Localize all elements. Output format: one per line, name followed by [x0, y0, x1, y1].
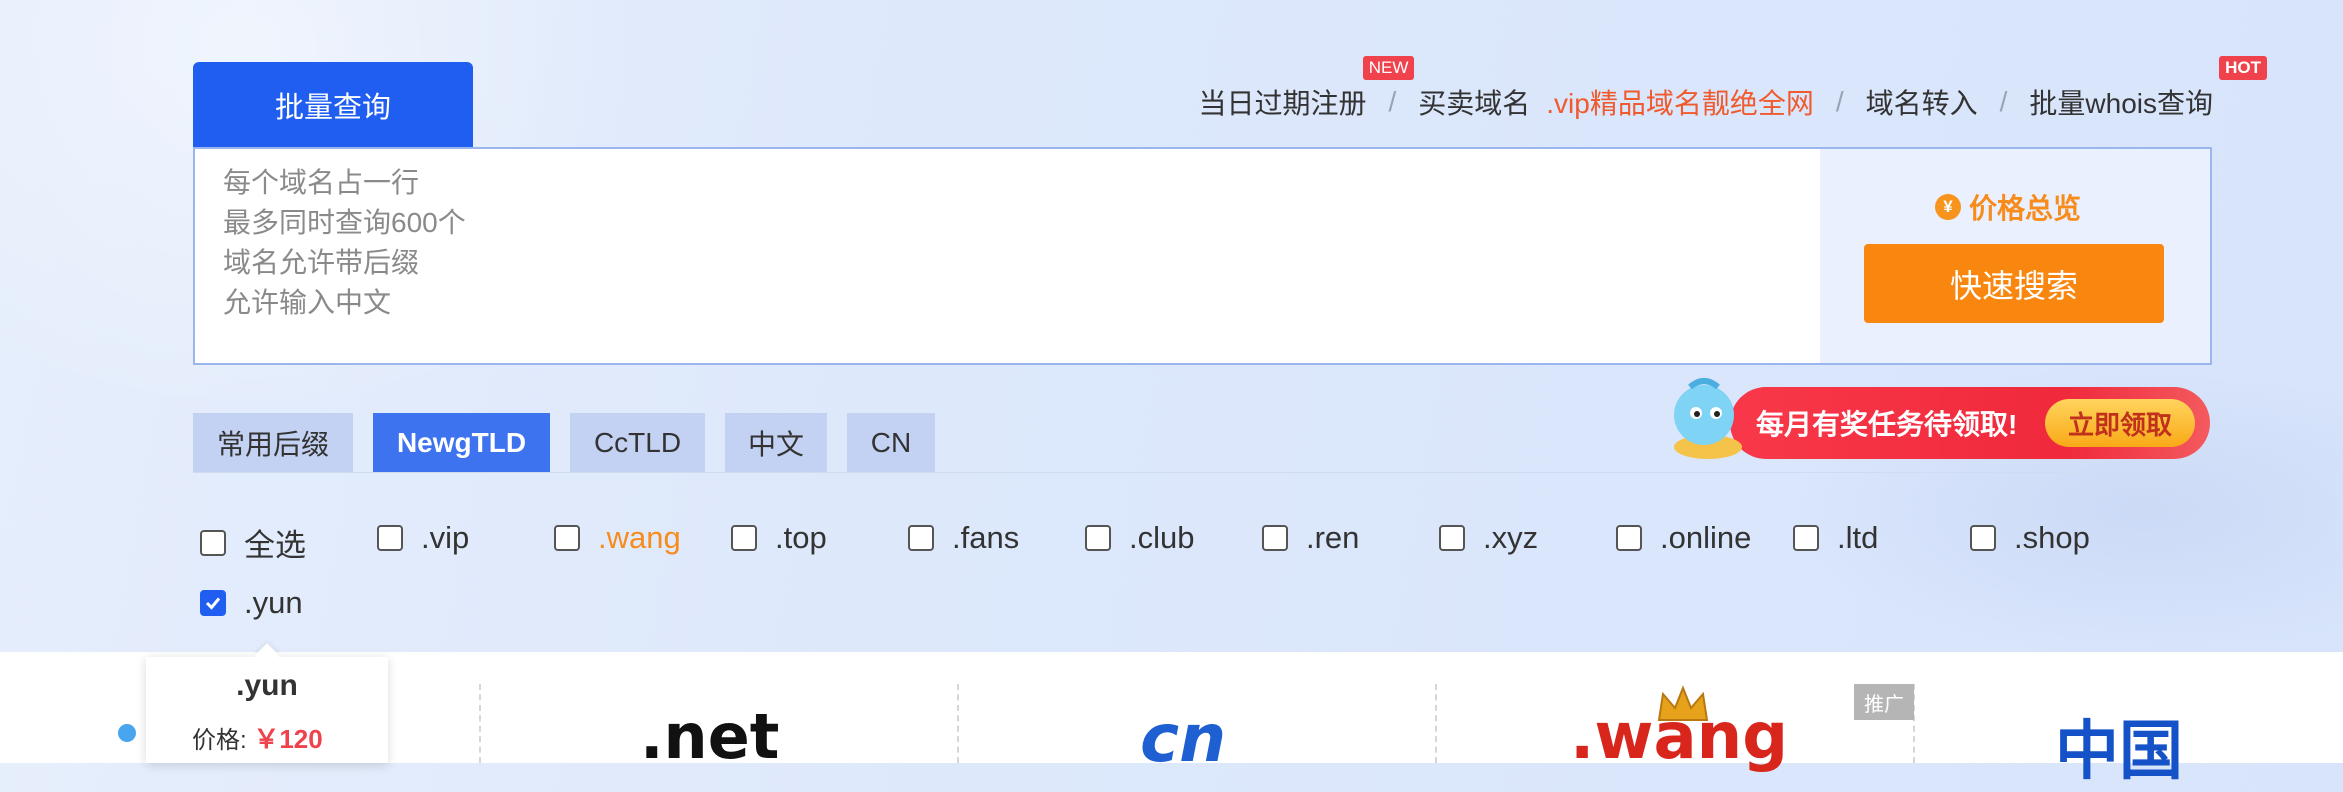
checkbox-select-all[interactable]: 全选 — [200, 520, 306, 565]
tabs-divider — [193, 472, 2212, 473]
buy-sell-domain-link[interactable]: 买卖域名 — [1418, 82, 1530, 122]
tab-chinese[interactable]: 中文 — [725, 413, 827, 472]
mascot-icon — [1674, 378, 1742, 459]
checkbox[interactable] — [1793, 525, 1819, 551]
checkbox[interactable] — [554, 525, 580, 551]
card-divider — [479, 684, 481, 763]
checkbox-label: .xyz — [1483, 520, 1539, 555]
top-links: 当日过期注册 NEW / 买卖域名 .vip精品域名靓绝全网 / 域名转入 / … — [1198, 56, 2267, 122]
checkbox[interactable] — [1262, 525, 1288, 551]
tab-cctld[interactable]: CcTLD — [570, 413, 705, 472]
batch-whois-link[interactable]: 批量whois查询 HOT — [2029, 56, 2267, 122]
expiring-register-label: 当日过期注册 — [1198, 88, 1367, 119]
reward-banner[interactable]: 每月有奖任务待领取! 立即领取 — [1660, 375, 2213, 465]
domain-transfer-link[interactable]: 域名转入 — [1866, 82, 1978, 122]
checkbox-wang[interactable]: .wang — [554, 520, 681, 556]
checkbox-fans[interactable]: .fans — [908, 520, 1019, 556]
cn-logo[interactable]: cn — [1140, 700, 1226, 777]
domain-search-box: 每个域名占一行 最多同时查询600个 域名允许带后缀 允许输入中文 ¥ 价格总览… — [193, 147, 2212, 365]
ad-tag: 推广 — [1854, 684, 1914, 720]
checkmark-icon — [205, 597, 221, 610]
domain-search-input[interactable] — [195, 149, 1823, 363]
checkbox-vip[interactable]: .vip — [377, 520, 469, 556]
checkbox[interactable] — [908, 525, 934, 551]
card-divider — [1435, 684, 1437, 763]
checkbox[interactable] — [1970, 525, 1996, 551]
separator: / — [1835, 86, 1844, 117]
checkbox[interactable] — [731, 525, 757, 551]
checkbox[interactable] — [377, 525, 403, 551]
reward-text: 每月有奖任务待领取! — [1756, 409, 2018, 440]
suffix-category-tabs: 常用后缀 NewgTLD CcTLD 中文 CN — [193, 413, 955, 472]
checkbox-top[interactable]: .top — [731, 520, 827, 556]
checkbox-label: .ltd — [1837, 520, 1879, 555]
quick-search-button[interactable]: 快速搜索 — [1864, 244, 2164, 323]
checkbox-xyz[interactable]: .xyz — [1439, 520, 1538, 556]
batch-whois-label: 批量whois查询 — [2029, 88, 2213, 119]
checkbox[interactable] — [200, 590, 226, 616]
checkbox-shop[interactable]: .shop — [1970, 520, 2090, 556]
separator: / — [1388, 86, 1397, 117]
checkbox-label: .top — [775, 520, 827, 555]
price-overview-label: 价格总览 — [1969, 193, 2082, 224]
tooltip-price: 价格: ￥120 — [192, 719, 323, 756]
checkbox-yun[interactable]: .yun — [200, 585, 303, 621]
checkbox[interactable] — [1439, 525, 1465, 551]
checkbox[interactable] — [1616, 525, 1642, 551]
dot-icon — [118, 724, 136, 742]
checkbox[interactable] — [1085, 525, 1111, 551]
batch-query-tab[interactable]: 批量查询 — [193, 62, 473, 148]
tooltip-suffix: .yun — [236, 669, 298, 702]
checkbox-label: .shop — [2014, 520, 2090, 555]
checkbox-label: .yun — [244, 585, 303, 620]
checkbox-club[interactable]: .club — [1085, 520, 1194, 556]
checkbox-label: .ren — [1306, 520, 1360, 555]
card-divider — [957, 684, 959, 763]
hot-badge: HOT — [2219, 56, 2267, 80]
checkbox-label: 全选 — [244, 528, 306, 563]
tab-newgtld[interactable]: NewgTLD — [373, 413, 550, 472]
net-logo[interactable]: .net — [640, 700, 779, 773]
tooltip-price-value: ￥120 — [253, 724, 323, 754]
checkbox-online[interactable]: .online — [1616, 520, 1751, 556]
tooltip-price-label: 价格: — [192, 727, 247, 754]
claim-now-button[interactable]: 立即领取 — [2045, 399, 2195, 447]
new-badge: NEW — [1362, 56, 1415, 80]
checkbox-ltd[interactable]: .ltd — [1793, 520, 1878, 556]
tab-common-suffix[interactable]: 常用后缀 — [193, 413, 353, 472]
separator: / — [1999, 86, 2008, 117]
checkbox-label: .online — [1660, 520, 1752, 555]
checkbox-label: .fans — [952, 520, 1020, 555]
expiring-register-link[interactable]: 当日过期注册 NEW — [1198, 56, 1415, 122]
checkbox-label: .wang — [598, 520, 681, 555]
vip-promo-link[interactable]: .vip精品域名靓绝全网 — [1546, 82, 1814, 122]
price-tooltip: .yun 价格: ￥120 — [146, 657, 388, 763]
checkbox[interactable] — [200, 529, 226, 556]
checkbox-ren[interactable]: .ren — [1262, 520, 1359, 556]
checkbox-label: .vip — [421, 520, 470, 555]
coin-icon: ¥ — [1935, 194, 1961, 220]
tab-cn[interactable]: CN — [847, 413, 935, 472]
checkbox-label: .club — [1129, 520, 1195, 555]
chinese-domain-logo[interactable]: 中国 — [2055, 700, 2183, 792]
search-side-panel: ¥ 价格总览 快速搜索 — [1820, 149, 2210, 363]
price-overview-link[interactable]: ¥ 价格总览 — [1935, 187, 2081, 227]
